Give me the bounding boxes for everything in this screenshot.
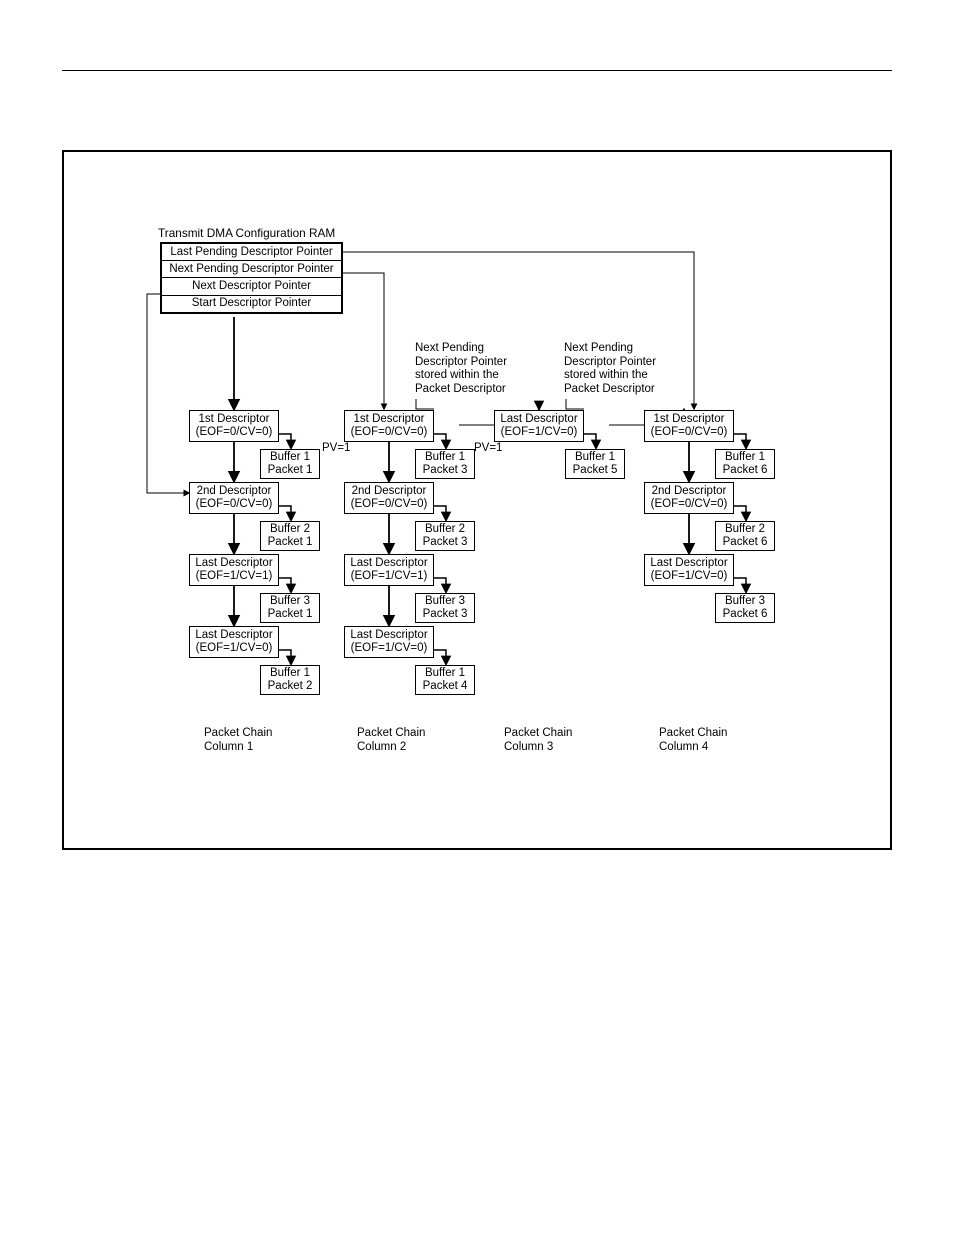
c1-d2: Last Descriptor(EOF=1/CV=1)	[189, 554, 279, 586]
c1-d0: 1st Descriptor(EOF=0/CV=0)	[189, 410, 279, 442]
page: Transmit DMA Configuration RAM Last Pend…	[0, 0, 954, 1235]
c1-d3: Last Descriptor(EOF=1/CV=0)	[189, 626, 279, 658]
figure-frame: Transmit DMA Configuration RAM Last Pend…	[62, 150, 892, 850]
c2-b3: Buffer 1Packet 4	[415, 665, 475, 695]
arrows-svg	[64, 152, 890, 848]
pv-label-2: PV=1	[474, 442, 502, 456]
c4-d1: 2nd Descriptor(EOF=0/CV=0)	[644, 482, 734, 514]
c2-b1: Buffer 2Packet 3	[415, 521, 475, 551]
c1-b2: Buffer 3Packet 1	[260, 593, 320, 623]
pv-label-1: PV=1	[322, 442, 350, 456]
c1-caption: Packet ChainColumn 1	[204, 727, 272, 754]
c2-d2: Last Descriptor(EOF=1/CV=1)	[344, 554, 434, 586]
c2-d3: Last Descriptor(EOF=1/CV=0)	[344, 626, 434, 658]
c4-caption: Packet ChainColumn 4	[659, 727, 727, 754]
c2-d0: 1st Descriptor(EOF=0/CV=0)	[344, 410, 434, 442]
c4-b2: Buffer 3Packet 6	[715, 593, 775, 623]
c1-b3: Buffer 1Packet 2	[260, 665, 320, 695]
c1-b1: Buffer 2Packet 1	[260, 521, 320, 551]
c4-d2: Last Descriptor(EOF=1/CV=0)	[644, 554, 734, 586]
c4-d0: 1st Descriptor(EOF=0/CV=0)	[644, 410, 734, 442]
c2-b2: Buffer 3Packet 3	[415, 593, 475, 623]
c2-caption: Packet ChainColumn 2	[357, 727, 425, 754]
c3-caption: Packet ChainColumn 3	[504, 727, 572, 754]
c3-d0: Last Descriptor(EOF=1/CV=0)	[494, 410, 584, 442]
header-rule	[62, 70, 892, 71]
c4-b0: Buffer 1Packet 6	[715, 449, 775, 479]
c4-b1: Buffer 2Packet 6	[715, 521, 775, 551]
c2-d1: 2nd Descriptor(EOF=0/CV=0)	[344, 482, 434, 514]
c3-b0: Buffer 1Packet 5	[565, 449, 625, 479]
c1-d1: 2nd Descriptor(EOF=0/CV=0)	[189, 482, 279, 514]
c2-b0: Buffer 1Packet 3	[415, 449, 475, 479]
c1-b0: Buffer 1Packet 1	[260, 449, 320, 479]
